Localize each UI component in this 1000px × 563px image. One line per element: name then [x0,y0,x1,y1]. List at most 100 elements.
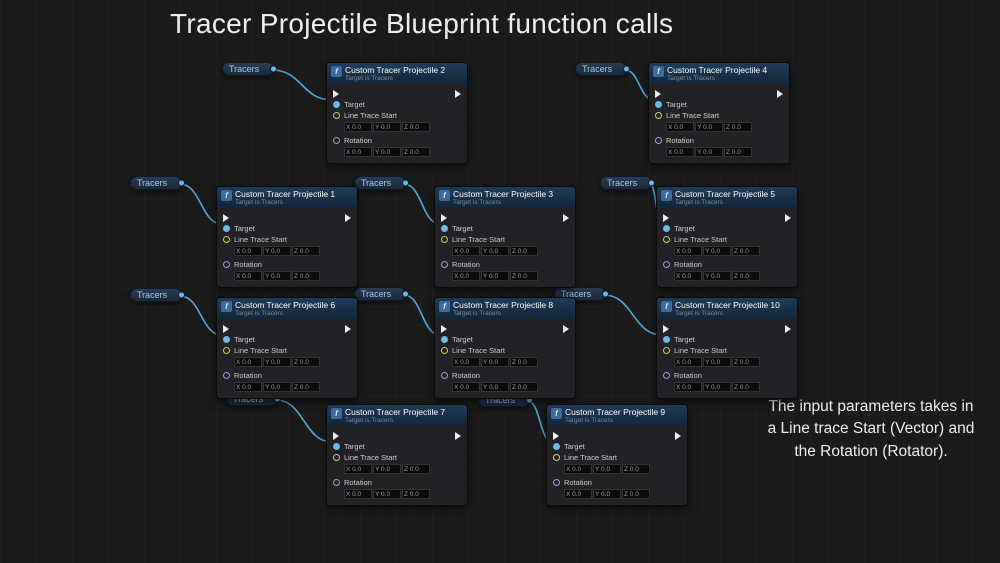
rot-y-input[interactable]: Y 0.0 [703,382,731,392]
vec-y-input[interactable]: Y 0.0 [703,246,731,256]
vector-pin[interactable] [663,236,670,243]
output-pin[interactable] [623,66,630,73]
rotator-pin[interactable] [553,479,560,486]
vec-x-input[interactable]: X 0.0 [234,246,262,256]
exec-pin-out[interactable] [345,325,351,333]
exec-pin-in[interactable] [553,432,559,440]
exec-pin-in[interactable] [655,90,661,98]
node-header[interactable]: fCustom Tracer Projectile 1Target is Tra… [217,187,357,208]
vec-x-input[interactable]: X 0.0 [674,246,702,256]
exec-pin-in[interactable] [663,214,669,222]
vec-z-input[interactable]: Z 0.0 [402,122,430,132]
node-header[interactable]: fCustom Tracer Projectile 6Target is Tra… [217,298,357,319]
vector-pin[interactable] [333,454,340,461]
vec-z-input[interactable]: Z 0.0 [292,357,320,367]
function-node[interactable]: fCustom Tracer Projectile 1Target is Tra… [216,186,358,288]
node-header[interactable]: fCustom Tracer Projectile 2Target is Tra… [327,63,467,84]
target-pin[interactable] [553,443,560,450]
vec-x-input[interactable]: X 0.0 [452,357,480,367]
vec-x-input[interactable]: X 0.0 [666,122,694,132]
exec-pin-in[interactable] [663,325,669,333]
exec-pin-in[interactable] [333,432,339,440]
rot-z-input[interactable]: Z 0.0 [402,489,430,499]
exec-pin-out[interactable] [785,214,791,222]
rotator-pin[interactable] [441,372,448,379]
rot-x-input[interactable]: X 0.0 [666,147,694,157]
vec-y-input[interactable]: Y 0.0 [263,357,291,367]
target-pin[interactable] [333,101,340,108]
vec-z-input[interactable]: Z 0.0 [732,246,760,256]
exec-pin-out[interactable] [563,214,569,222]
node-header[interactable]: fCustom Tracer Projectile 10Target is Tr… [657,298,797,319]
function-node[interactable]: fCustom Tracer Projectile 10Target is Tr… [656,297,798,399]
vec-x-input[interactable]: X 0.0 [564,464,592,474]
rotator-pin[interactable] [223,372,230,379]
exec-pin-out[interactable] [345,214,351,222]
tracer-variable-node[interactable]: Tracers [575,62,627,76]
vec-z-input[interactable]: Z 0.0 [292,246,320,256]
tracer-variable-node[interactable]: Tracers [130,176,182,190]
vec-x-input[interactable]: X 0.0 [234,357,262,367]
target-pin[interactable] [223,336,230,343]
exec-pin-in[interactable] [333,90,339,98]
target-pin[interactable] [663,225,670,232]
node-header[interactable]: fCustom Tracer Projectile 4Target is Tra… [649,63,789,84]
output-pin[interactable] [602,291,609,298]
vec-y-input[interactable]: Y 0.0 [481,246,509,256]
vec-y-input[interactable]: Y 0.0 [695,122,723,132]
output-pin[interactable] [648,180,655,187]
rot-x-input[interactable]: X 0.0 [452,382,480,392]
exec-pin-in[interactable] [223,325,229,333]
vector-pin[interactable] [441,236,448,243]
vec-y-input[interactable]: Y 0.0 [373,464,401,474]
rotator-pin[interactable] [655,137,662,144]
target-pin[interactable] [663,336,670,343]
rotator-pin[interactable] [663,372,670,379]
vec-x-input[interactable]: X 0.0 [344,464,372,474]
rot-x-input[interactable]: X 0.0 [344,147,372,157]
vector-pin[interactable] [553,454,560,461]
rot-y-input[interactable]: Y 0.0 [263,271,291,281]
exec-pin-in[interactable] [441,214,447,222]
rotator-pin[interactable] [663,261,670,268]
rot-x-input[interactable]: X 0.0 [674,271,702,281]
vec-z-input[interactable]: Z 0.0 [732,357,760,367]
rot-z-input[interactable]: Z 0.0 [732,382,760,392]
rot-z-input[interactable]: Z 0.0 [510,271,538,281]
rot-z-input[interactable]: Z 0.0 [622,489,650,499]
rot-z-input[interactable]: Z 0.0 [292,271,320,281]
exec-pin-in[interactable] [223,214,229,222]
rot-x-input[interactable]: X 0.0 [344,489,372,499]
function-node[interactable]: fCustom Tracer Projectile 3Target is Tra… [434,186,576,288]
output-pin[interactable] [178,292,185,299]
vector-pin[interactable] [223,236,230,243]
node-header[interactable]: fCustom Tracer Projectile 5Target is Tra… [657,187,797,208]
target-pin[interactable] [441,225,448,232]
node-header[interactable]: fCustom Tracer Projectile 9Target is Tra… [547,405,687,426]
rot-z-input[interactable]: Z 0.0 [510,382,538,392]
vec-z-input[interactable]: Z 0.0 [724,122,752,132]
exec-pin-out[interactable] [785,325,791,333]
rot-x-input[interactable]: X 0.0 [234,382,262,392]
exec-pin-out[interactable] [563,325,569,333]
vector-pin[interactable] [655,112,662,119]
rot-y-input[interactable]: Y 0.0 [481,271,509,281]
function-node[interactable]: fCustom Tracer Projectile 9Target is Tra… [546,404,688,506]
exec-pin-out[interactable] [777,90,783,98]
rot-y-input[interactable]: Y 0.0 [263,382,291,392]
vector-pin[interactable] [333,112,340,119]
function-node[interactable]: fCustom Tracer Projectile 7Target is Tra… [326,404,468,506]
exec-pin-out[interactable] [455,90,461,98]
rot-y-input[interactable]: Y 0.0 [593,489,621,499]
rotator-pin[interactable] [333,137,340,144]
rot-y-input[interactable]: Y 0.0 [373,489,401,499]
vec-z-input[interactable]: Z 0.0 [510,357,538,367]
tracer-variable-node[interactable]: Tracers [222,62,274,76]
node-header[interactable]: fCustom Tracer Projectile 7Target is Tra… [327,405,467,426]
rot-y-input[interactable]: Y 0.0 [481,382,509,392]
rotator-pin[interactable] [441,261,448,268]
function-node[interactable]: fCustom Tracer Projectile 2Target is Tra… [326,62,468,164]
node-header[interactable]: fCustom Tracer Projectile 3Target is Tra… [435,187,575,208]
tracer-variable-node[interactable]: Tracers [600,176,652,190]
exec-pin-out[interactable] [675,432,681,440]
